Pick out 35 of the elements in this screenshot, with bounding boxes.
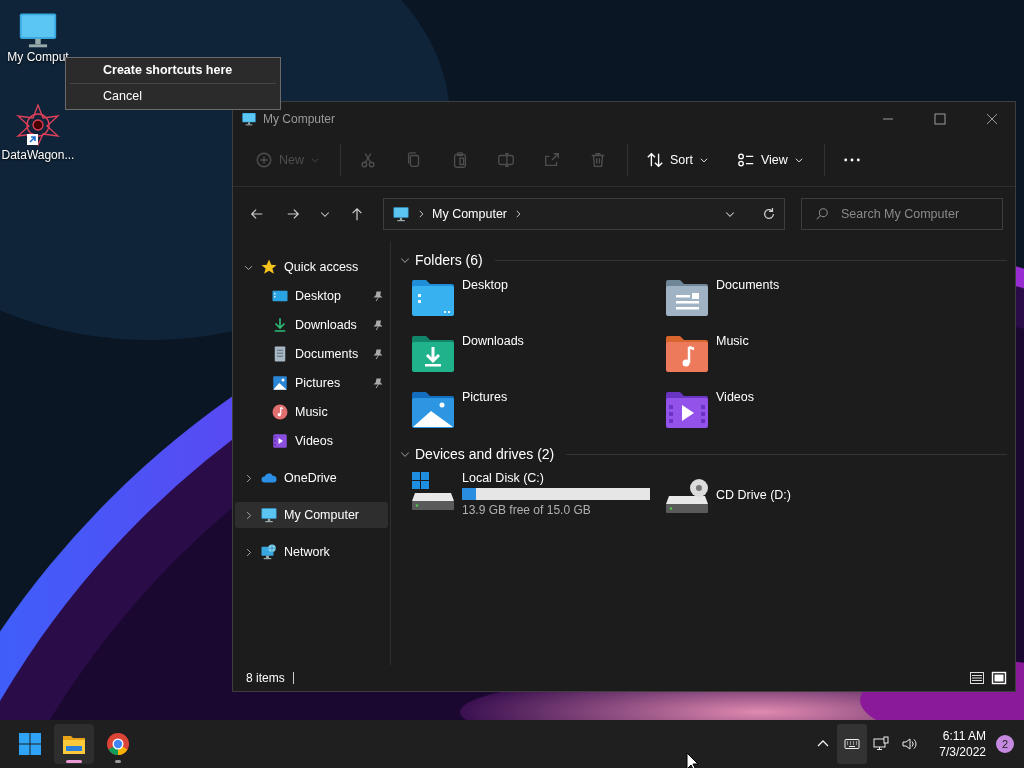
- folder-name[interactable]: Videos: [716, 389, 754, 404]
- sidebar-item[interactable]: Music: [235, 399, 388, 425]
- menu-item[interactable]: Create shortcuts here: [70, 58, 276, 83]
- clock-date[interactable]: 7/3/2022: [939, 744, 986, 760]
- drive-name[interactable]: CD Drive (D:): [716, 486, 791, 502]
- folder-name[interactable]: Pictures: [462, 389, 508, 404]
- desktop-icon-label[interactable]: DataWagon...: [1, 148, 75, 162]
- sidebar-item[interactable]: Pictures: [235, 370, 388, 396]
- sidebar-item[interactable]: Videos: [235, 428, 388, 454]
- view-button[interactable]: View: [728, 144, 812, 176]
- menu-item[interactable]: Cancel: [70, 83, 276, 109]
- folder-name[interactable]: Desktop: [462, 277, 508, 292]
- folder-name[interactable]: Documents: [716, 277, 780, 292]
- item-count: 8 items: [246, 672, 294, 684]
- breadcrumb[interactable]: My Computer: [432, 207, 508, 221]
- free-space-text: 13.9 GB free of 15.0 GB: [462, 503, 592, 517]
- address-bar[interactable]: My Computer: [383, 198, 785, 230]
- clock-time[interactable]: 6:11 AM: [942, 728, 986, 744]
- sidebar-item[interactable]: Downloads: [235, 312, 388, 338]
- sidebar-item[interactable]: Documents: [235, 341, 388, 367]
- sort-button[interactable]: Sort: [638, 144, 717, 176]
- desktop-icon-label[interactable]: My Comput: [7, 50, 69, 64]
- drive-name[interactable]: Local Disk (C:): [462, 471, 650, 485]
- sidebar-item[interactable]: OneDrive: [235, 465, 388, 491]
- folder-name[interactable]: Downloads: [462, 333, 524, 348]
- window-title: My Computer: [263, 112, 337, 126]
- section-header[interactable]: Devices and drives (2): [415, 446, 555, 462]
- notification-badge[interactable]: 2: [996, 735, 1014, 753]
- search-field[interactable]: Search My Computer: [801, 198, 1003, 230]
- sidebar-item[interactable]: Desktop: [235, 283, 388, 309]
- sidebar-item[interactable]: Network: [235, 539, 388, 565]
- sidebar-item[interactable]: My Computer: [235, 502, 388, 528]
- section-header[interactable]: Folders (6): [415, 252, 483, 268]
- folder-name[interactable]: Music: [716, 333, 749, 348]
- sidebar-item[interactable]: Quick access: [235, 254, 388, 280]
